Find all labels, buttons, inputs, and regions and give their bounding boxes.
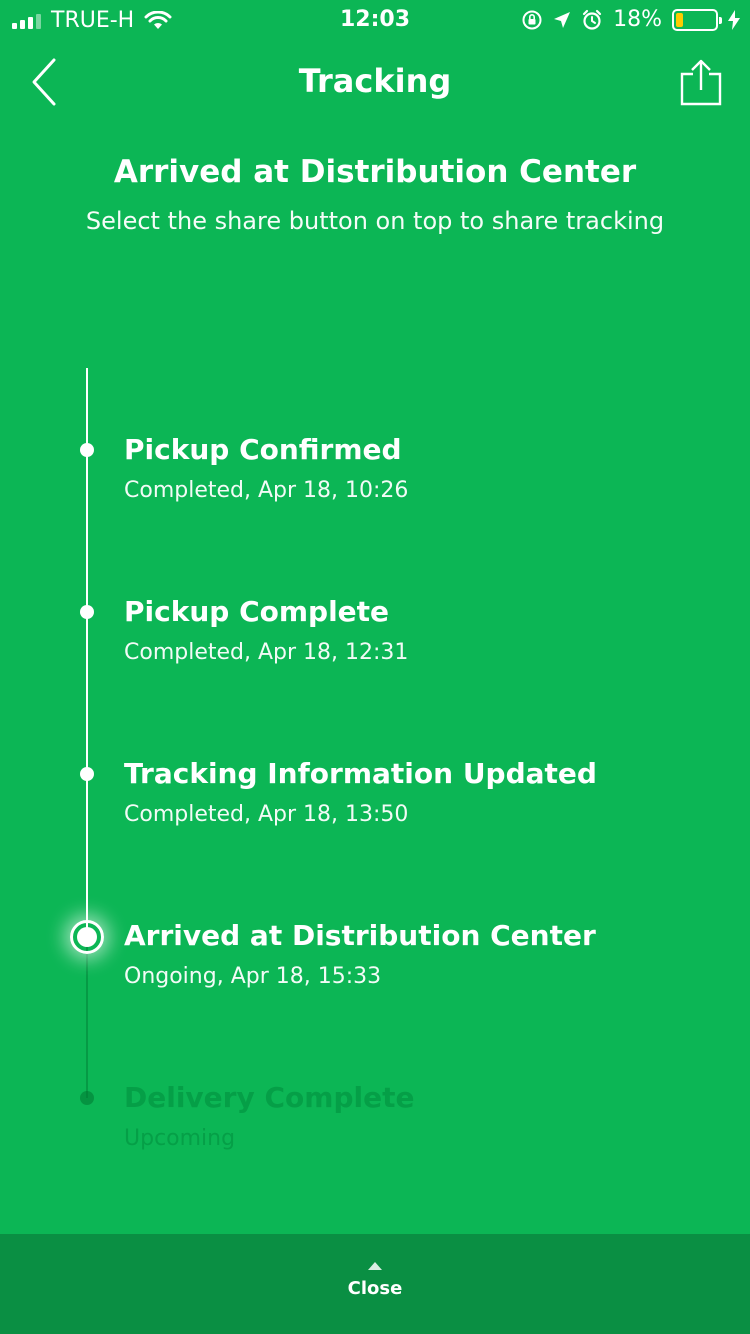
- step-status: Ongoing, Apr 18, 15:33: [124, 964, 382, 989]
- timeline-dot-upcoming: [80, 1091, 94, 1105]
- timeline-step-current: Arrived at Distribution Center Ongoing, …: [124, 919, 596, 989]
- timeline-step-upcoming: Delivery Complete Upcoming: [124, 1081, 414, 1151]
- timeline-step: Pickup Complete Completed, Apr 18, 12:31: [124, 595, 408, 665]
- timeline-dot-current: [70, 920, 104, 954]
- chevron-up-icon: [368, 1262, 382, 1270]
- close-button[interactable]: Close: [0, 1234, 750, 1334]
- timeline-step: Tracking Information Updated Completed, …: [124, 757, 597, 827]
- step-title: Pickup Complete: [124, 595, 390, 628]
- timeline-line-upcoming: [86, 938, 88, 1098]
- timeline-dot-completed: [80, 443, 94, 457]
- step-status: Completed, Apr 18, 13:50: [124, 802, 409, 827]
- step-status: Upcoming: [124, 1126, 236, 1151]
- step-status: Completed, Apr 18, 10:26: [124, 478, 409, 503]
- step-status: Completed, Apr 18, 12:31: [124, 640, 409, 665]
- timeline-step: Pickup Confirmed Completed, Apr 18, 10:2…: [124, 433, 408, 503]
- step-title: Tracking Information Updated: [124, 757, 597, 790]
- timeline-dot-completed: [80, 767, 94, 781]
- close-label: Close: [347, 1278, 403, 1299]
- tracking-timeline: Pickup Confirmed Completed, Apr 18, 10:2…: [0, 0, 750, 1230]
- timeline-dot-completed: [80, 605, 94, 619]
- step-title: Delivery Complete: [124, 1081, 415, 1114]
- step-title: Pickup Confirmed: [124, 433, 402, 466]
- step-title: Arrived at Distribution Center: [124, 919, 596, 952]
